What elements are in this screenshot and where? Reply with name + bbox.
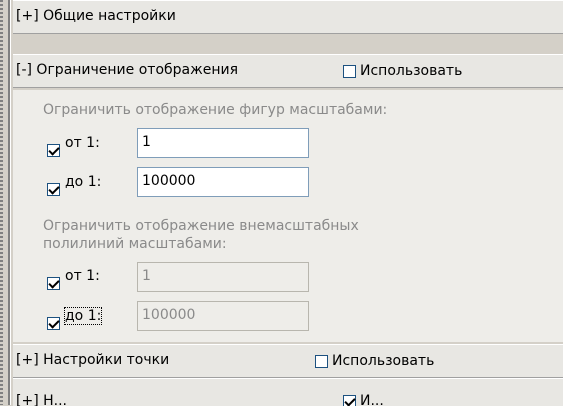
poly-to-checkbox[interactable]	[47, 317, 60, 330]
panel-border-highlight	[10, 0, 11, 405]
section-header-display-limit[interactable]: [-] Ограничение отображения Использовать	[13, 54, 563, 88]
poly-from-label: от 1:	[65, 268, 100, 284]
section-label-point: [+] Настройки точки	[16, 352, 169, 368]
use-label: Использовать	[332, 353, 434, 369]
poly-from-checkbox[interactable]	[47, 277, 60, 290]
section-header-point[interactable]: [+] Настройки точки Использовать	[13, 344, 563, 378]
poly-to-label: до 1:	[65, 308, 101, 324]
section-header-next[interactable]: [+] Н... И...	[13, 378, 563, 406]
shapes-from-label: от 1:	[65, 135, 100, 151]
shapes-from-row: от 1:	[47, 144, 60, 157]
shapes-from-input[interactable]: 1	[137, 128, 309, 158]
use-label: И...	[360, 393, 384, 406]
splitter-handle[interactable]	[0, 0, 3, 405]
use-label: Использовать	[360, 63, 462, 79]
section-label-general: [+] Общие настройки	[16, 8, 176, 24]
shapes-to-input[interactable]: 100000	[137, 167, 309, 197]
checkbox[interactable]	[343, 65, 356, 78]
shapes-from-checkbox[interactable]	[47, 144, 60, 157]
shapes-to-label: до 1:	[65, 174, 101, 190]
use-checkbox-display-limit[interactable]: Использовать	[343, 63, 462, 79]
poly-to-input[interactable]: 100000	[137, 301, 309, 331]
polylines-caption-line1: Ограничить отображение внемасштабных	[43, 218, 359, 234]
settings-panel: [+] Общие настройки [-] Ограничение отоб…	[0, 0, 563, 405]
use-checkbox-point[interactable]: Использовать	[315, 353, 434, 369]
shapes-to-row: до 1:	[47, 183, 60, 196]
section-label-next: [+] Н...	[16, 393, 67, 406]
section-body-display-limit: Ограничить отображение фигур масштабами:…	[13, 90, 563, 342]
shapes-to-checkbox[interactable]	[47, 183, 60, 196]
poly-to-row: до 1:	[47, 317, 60, 330]
poly-from-row: от 1:	[47, 277, 60, 290]
section-header-general[interactable]: [+] Общие настройки	[13, 0, 563, 34]
polylines-caption-line2: полилиний масштабами:	[43, 236, 227, 252]
poly-from-input[interactable]: 1	[137, 262, 309, 292]
use-checkbox-next[interactable]: И...	[343, 393, 384, 406]
section-label-display-limit: [-] Ограничение отображения	[16, 62, 238, 78]
checkbox[interactable]	[343, 395, 356, 406]
shapes-caption: Ограничить отображение фигур масштабами:	[43, 102, 387, 118]
checkbox[interactable]	[315, 355, 328, 368]
